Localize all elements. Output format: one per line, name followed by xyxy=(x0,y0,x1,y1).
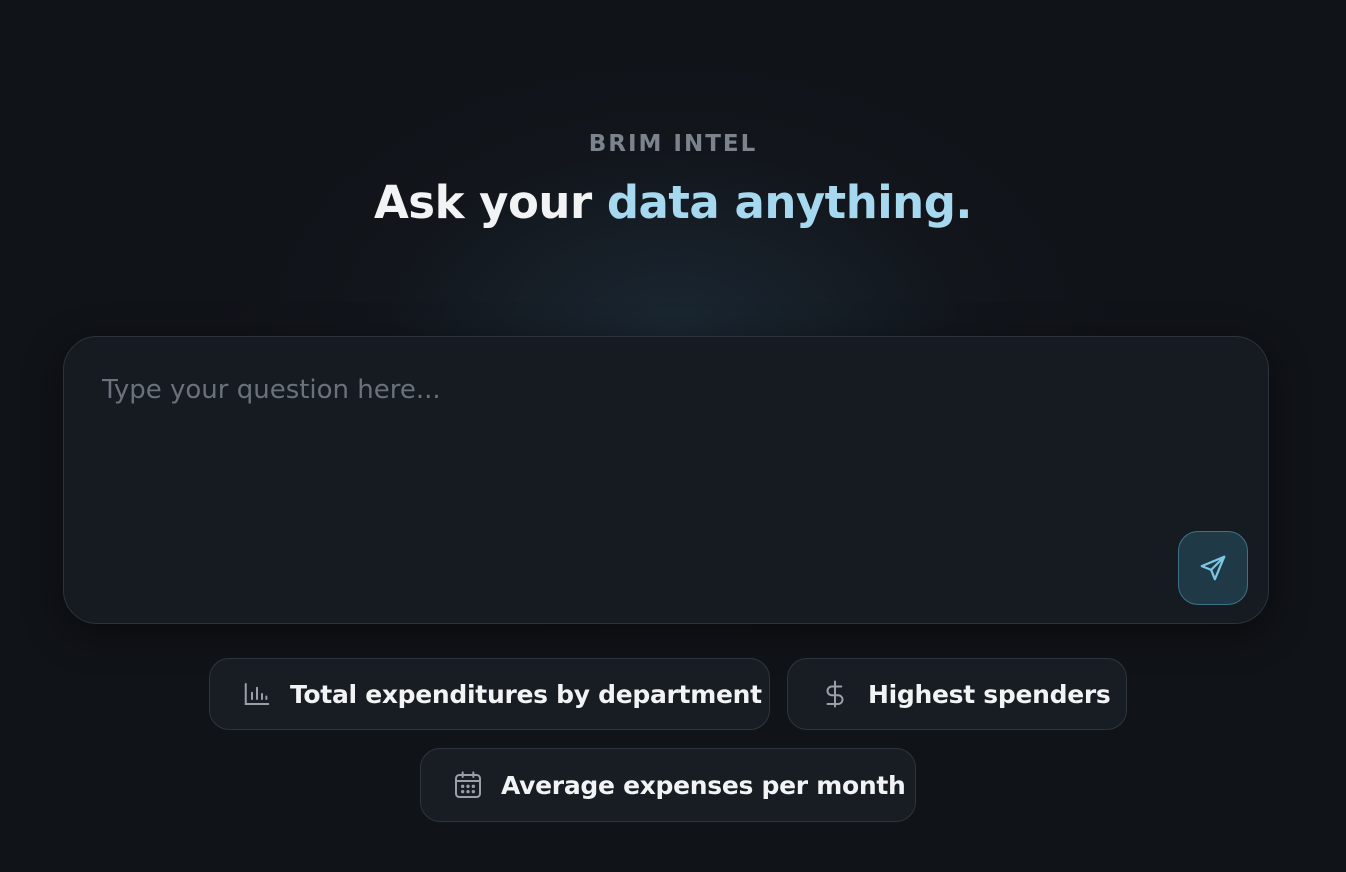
suggestion-label: Highest spenders xyxy=(868,679,1111,709)
send-icon xyxy=(1200,555,1226,581)
suggestion-highest-spenders[interactable]: Highest spenders xyxy=(787,658,1127,730)
question-input-card xyxy=(63,336,1269,624)
question-input[interactable] xyxy=(102,375,1162,555)
suggestion-label: Total expenditures by department xyxy=(290,679,762,709)
send-button[interactable] xyxy=(1178,531,1248,605)
bar-chart-icon xyxy=(241,678,273,710)
suggestion-average-expenses[interactable]: Average expenses per month xyxy=(420,748,916,822)
suggestion-label: Average expenses per month xyxy=(501,770,906,800)
page-headline: Ask your data anything. xyxy=(0,176,1346,229)
calendar-icon xyxy=(452,769,484,801)
headline-part-1: Ask your xyxy=(373,176,607,229)
brand-eyebrow: BRIM INTEL xyxy=(588,131,758,157)
dollar-icon xyxy=(819,678,851,710)
app-stage: BRIM INTEL Ask your data anything. Total… xyxy=(0,0,1346,872)
headline-accent: data anything. xyxy=(606,176,973,229)
suggestion-total-expenditures[interactable]: Total expenditures by department xyxy=(209,658,770,730)
